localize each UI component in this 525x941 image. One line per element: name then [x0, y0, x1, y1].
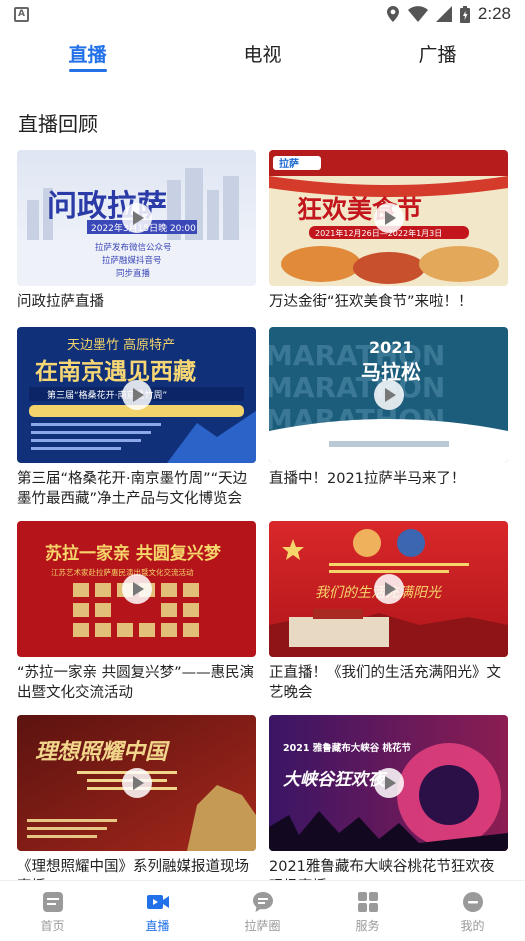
wifi-icon: [407, 6, 428, 22]
svg-text:2021 雅鲁藏布大峡谷 桃花节: 2021 雅鲁藏布大峡谷 桃花节: [283, 742, 412, 754]
play-icon[interactable]: [121, 380, 152, 410]
nav-services[interactable]: 服务: [315, 881, 420, 941]
grid-icon: [357, 892, 378, 912]
status-bar: A 2:28: [0, 0, 525, 28]
video-card[interactable]: 苏拉一家亲 共圆复兴梦 江苏艺术家赴拉萨惠民演出暨文化交流活动 “苏拉一家亲 共…: [17, 521, 256, 703]
svg-text:2021: 2021: [369, 338, 414, 357]
video-title: 直播中！2021拉萨半马来了！: [269, 471, 466, 487]
nav-profile[interactable]: 我的: [420, 881, 525, 941]
thumb-headline: 苏拉一家亲 共圆复兴梦: [45, 543, 222, 564]
video-card[interactable]: 拉萨 狂欢美食节 2021年12月26日—2022年1月3日 万达金街“狂欢美食…: [269, 150, 508, 312]
play-icon[interactable]: [373, 768, 404, 798]
video-card[interactable]: 2021 雅鲁藏布大峡谷 桃花节 大峡谷狂欢夜 2021雅鲁藏布大峡谷桃花节狂欢…: [269, 715, 508, 897]
video-card[interactable]: 我们的生活充满阳光 正直播！《我们的生活充满阳光》文艺晚会: [269, 521, 508, 703]
play-icon[interactable]: [373, 574, 404, 604]
location-icon: [386, 6, 399, 22]
video-title: 问政拉萨直播: [17, 294, 104, 310]
profile-icon: [462, 892, 483, 912]
nav-live[interactable]: 直播: [105, 881, 210, 941]
nav-label: 拉萨圈: [244, 919, 281, 933]
video-title: “苏拉一家亲 共圆复兴梦”——惠民演出暨文化交流活动: [17, 665, 255, 701]
video-title: 万达金街“狂欢美食节”来啦！！: [269, 294, 473, 310]
signal-icon: [435, 6, 452, 22]
play-icon[interactable]: [121, 203, 152, 233]
video-camera-icon: [146, 895, 169, 909]
top-tab-bar: 直播 电视 广播: [0, 36, 525, 80]
thumb-headline: 大峡谷狂欢夜: [283, 770, 388, 790]
thumb-headline: 理想照耀中国: [35, 739, 170, 765]
video-thumbnail[interactable]: MARATHON MARATHON MARATHON 2021 马拉松: [269, 327, 508, 463]
svg-text:同步直播: 同步直播: [116, 268, 151, 279]
play-icon[interactable]: [121, 768, 152, 798]
home-icon: [42, 892, 63, 912]
video-thumbnail[interactable]: 理想照耀中国: [17, 715, 256, 851]
video-card[interactable]: 问政拉萨 2022年3月15日晚 20:00 拉萨发布微信公众号 拉萨融媒抖音号…: [17, 150, 256, 312]
svg-text:天边墨竹 高原特产: 天边墨竹 高原特产: [67, 337, 175, 353]
video-card[interactable]: 天边墨竹 高原特产 在南京遇见西藏 第三届“格桑花开·南京墨竹周” 第三届“格桑…: [17, 327, 256, 509]
play-icon[interactable]: [373, 203, 404, 233]
nav-label: 首页: [40, 919, 65, 933]
nav-lhasa-circle[interactable]: 拉萨圈: [210, 881, 315, 941]
bottom-navigation: 首页 直播 拉萨圈 服务 我的: [0, 880, 525, 941]
tab-radio[interactable]: 广播: [350, 36, 525, 80]
nav-label: 我的: [460, 919, 485, 933]
svg-text:拉萨: 拉萨: [279, 157, 299, 170]
thumb-headline: 在南京遇见西藏: [35, 358, 196, 385]
play-icon[interactable]: [121, 574, 152, 604]
video-title: 第三届“格桑花开·南京墨竹周”“天边墨竹最西藏”净土产品与文化博览会: [17, 471, 248, 507]
section-title: 直播回顾: [18, 112, 98, 136]
video-card[interactable]: MARATHON MARATHON MARATHON 2021 马拉松 直播中！…: [269, 327, 508, 489]
video-card[interactable]: 理想照耀中国 《理想照耀中国》系列融媒报道现场直播: [17, 715, 256, 897]
video-thumbnail[interactable]: 问政拉萨 2022年3月15日晚 20:00 拉萨发布微信公众号 拉萨融媒抖音号…: [17, 150, 256, 286]
video-thumbnail[interactable]: 苏拉一家亲 共圆复兴梦 江苏艺术家赴拉萨惠民演出暨文化交流活动: [17, 521, 256, 657]
svg-text:拉萨融媒抖音号: 拉萨融媒抖音号: [102, 255, 162, 266]
video-thumbnail[interactable]: 天边墨竹 高原特产 在南京遇见西藏 第三届“格桑花开·南京墨竹周”: [17, 327, 256, 463]
video-thumbnail[interactable]: 我们的生活充满阳光: [269, 521, 508, 657]
nav-home[interactable]: 首页: [0, 881, 105, 941]
play-icon[interactable]: [373, 380, 404, 410]
svg-text:江苏艺术家赴拉萨惠民演出暨文化交流活动: 江苏艺术家赴拉萨惠民演出暨文化交流活动: [51, 567, 194, 577]
video-title: 正直播！《我们的生活充满阳光》文艺晚会: [269, 665, 501, 701]
video-thumbnail[interactable]: 2021 雅鲁藏布大峡谷 桃花节 大峡谷狂欢夜: [269, 715, 508, 851]
app-notification-icon: A: [14, 6, 29, 22]
clock: 2:28: [477, 4, 511, 23]
video-thumbnail[interactable]: 拉萨 狂欢美食节 2021年12月26日—2022年1月3日: [269, 150, 508, 286]
svg-text:拉萨发布微信公众号: 拉萨发布微信公众号: [95, 242, 172, 253]
nav-label: 直播: [145, 919, 170, 933]
chat-bubble-icon: [252, 892, 273, 912]
tab-tv[interactable]: 电视: [175, 36, 350, 80]
nav-label: 服务: [355, 919, 380, 933]
battery-icon: [459, 5, 470, 23]
tab-live[interactable]: 直播: [0, 36, 175, 80]
